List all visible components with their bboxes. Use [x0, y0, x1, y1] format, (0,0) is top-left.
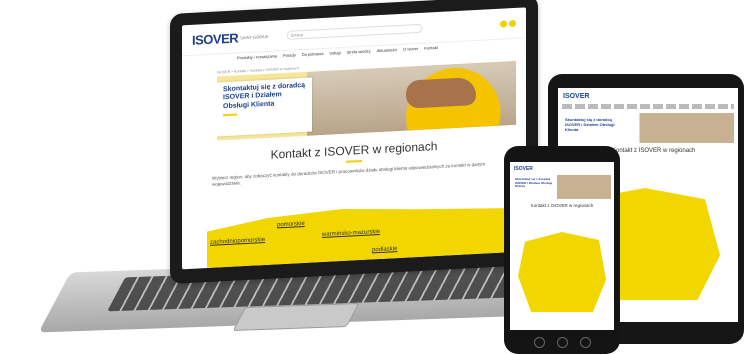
nav-item[interactable]: Aktualności [377, 47, 397, 58]
tablet-page-title: Kontakt z ISOVER w regionach [612, 148, 696, 154]
tablet-nav [562, 104, 734, 109]
nav-item[interactable]: Usługi [330, 50, 341, 61]
intro-text: Wybierz region, aby zobaczyć kontakty do… [212, 161, 486, 187]
nav-item[interactable]: Produkty i rozwiązania [237, 53, 277, 65]
device-mockup-scene: ISOVER SAINT-GOBAIN Szukaj Produkty i ro… [0, 0, 744, 355]
handshake-image [406, 76, 476, 109]
logo-subtitle: SAINT-GOBAIN [240, 33, 269, 40]
nav-item[interactable]: Do pobrania [302, 51, 324, 62]
title-underline [346, 159, 362, 163]
tablet-hero-title: Skontaktuj się z doradcą ISOVER i Działe… [565, 117, 615, 132]
search-input[interactable]: Szukaj [286, 23, 422, 40]
laptop-lid: ISOVER SAINT-GOBAIN Szukaj Produkty i ro… [170, 0, 538, 285]
recent-apps-icon[interactable] [579, 337, 591, 348]
header-icons [500, 19, 516, 28]
laptop-trackpad [232, 303, 360, 331]
nav-item[interactable]: O Isover [403, 46, 418, 57]
home-button-icon[interactable] [556, 337, 568, 348]
phone-poland-map[interactable] [518, 232, 606, 312]
hero-card: Skontaktuj się z doradcą ISOVER i Działe… [217, 77, 312, 137]
nav-item[interactable]: Porady [283, 52, 296, 63]
tablet-header: ISOVER [558, 88, 738, 104]
hero-underline [223, 113, 237, 117]
phone-device: ISOVER Skontaktuj się z doradcą ISOVER i… [504, 146, 620, 354]
phone-hero-title: Skontaktuj się z doradcą ISOVER i Działe… [515, 177, 553, 189]
nav-item[interactable]: Strefa wiedzy [347, 48, 371, 59]
tablet-hero: Skontaktuj się z doradcą ISOVER i Działe… [562, 113, 734, 143]
hero-title: Skontaktuj się z doradcą ISOVER i Działe… [223, 81, 306, 111]
user-icon[interactable] [500, 19, 507, 28]
phone-screen: ISOVER Skontaktuj się z doradcą ISOVER i… [510, 162, 614, 330]
isover-logo[interactable]: ISOVER [192, 30, 238, 47]
phone-page-title: Kontakt z ISOVER w regionach [530, 203, 594, 208]
isover-logo[interactable]: ISOVER [563, 93, 589, 100]
menu-icon[interactable] [509, 19, 516, 27]
nav-item[interactable]: Kontakt [424, 45, 438, 56]
laptop-screen: ISOVER SAINT-GOBAIN Szukaj Produkty i ro… [182, 7, 526, 270]
phone-hero: Skontaktuj się z doradcą ISOVER i Działe… [513, 175, 611, 199]
phone-nav-buttons [504, 337, 620, 348]
back-button-icon[interactable] [533, 337, 545, 348]
isover-logo[interactable]: ISOVER [510, 162, 614, 172]
